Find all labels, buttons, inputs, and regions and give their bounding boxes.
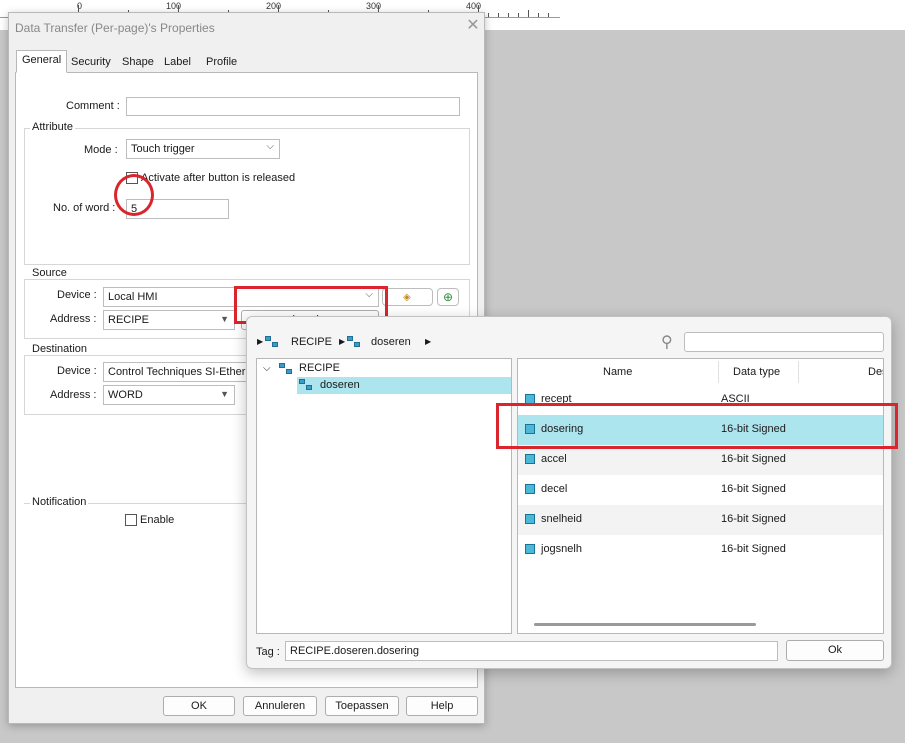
source-device-label: Device : xyxy=(57,289,97,301)
column-header-data-type[interactable]: Data type xyxy=(733,366,780,378)
tag-group-icon xyxy=(265,336,279,348)
tag-data-type: 16-bit Signed xyxy=(721,513,786,525)
column-header-name[interactable]: Name xyxy=(603,366,632,378)
tag-tree: ⌵ RECIPE doseren xyxy=(256,358,512,634)
source-address-select[interactable]: RECIPE ▼ xyxy=(103,310,235,330)
dropdown-arrow-icon: ▼ xyxy=(220,314,229,324)
tree-node-doseren[interactable]: doseren xyxy=(297,377,511,394)
ruler-tick xyxy=(528,10,529,17)
tag-name: accel xyxy=(541,453,567,465)
chevron-down-icon: ⌵ xyxy=(266,141,274,152)
mode-label: Mode : xyxy=(84,144,118,156)
notification-enable-checkbox[interactable] xyxy=(125,514,137,526)
tag-icon xyxy=(525,454,535,464)
ruler-tick xyxy=(548,13,549,17)
tag-label: Tag : xyxy=(256,646,280,658)
dialog-title: Data Transfer (Per-page)'s Properties xyxy=(15,21,215,35)
no-of-word-label: No. of word : xyxy=(53,202,116,214)
ok-button[interactable]: OK xyxy=(163,696,235,716)
mode-value: Touch trigger xyxy=(131,143,195,155)
tag-icon xyxy=(525,514,535,524)
tag-icon xyxy=(525,544,535,554)
breadcrumb-item[interactable]: RECIPE xyxy=(291,336,332,348)
source-address-label: Address : xyxy=(50,313,97,325)
table-row[interactable]: jogsnelh 16-bit Signed xyxy=(518,535,883,565)
table-row[interactable]: decel 16-bit Signed xyxy=(518,475,883,505)
comment-input[interactable] xyxy=(126,97,460,116)
tag-icon xyxy=(525,484,535,494)
table-row[interactable]: snelheid 16-bit Signed xyxy=(518,505,883,535)
source-device-value: Local HMI xyxy=(108,291,158,303)
tag-search-input[interactable] xyxy=(684,332,884,352)
tree-node-recipe[interactable]: RECIPE xyxy=(299,362,340,374)
attribute-group-label: Attribute xyxy=(30,121,75,133)
chevron-down-icon[interactable]: ⌵ xyxy=(263,363,271,374)
tag-data-type: 16-bit Signed xyxy=(721,543,786,555)
dropdown-arrow-icon: ▼ xyxy=(220,389,229,399)
ruler-tick xyxy=(498,13,499,17)
tag-group-icon xyxy=(279,363,293,375)
tag-settings-button[interactable]: ◈ xyxy=(382,288,433,306)
apply-button[interactable]: Toepassen xyxy=(325,696,399,716)
tag-name: jogsnelh xyxy=(541,543,582,555)
picker-ok-button[interactable]: Ok xyxy=(786,640,884,661)
destination-device-select[interactable]: Control Techniques SI-Ethern xyxy=(103,362,263,382)
breadcrumb-arrow-icon: ▶ xyxy=(339,337,346,346)
word-count-highlight xyxy=(114,174,154,216)
table-row[interactable]: accel 16-bit Signed xyxy=(518,445,883,475)
tab-profile[interactable]: Profile xyxy=(200,52,243,72)
tab-shape[interactable]: Shape xyxy=(116,52,160,72)
tag-data-type: 16-bit Signed xyxy=(721,483,786,495)
notification-enable-label: Enable xyxy=(140,514,175,526)
tag-name: decel xyxy=(541,483,568,495)
destination-address-select[interactable]: WORD ▼ xyxy=(103,385,235,405)
ruler-tick xyxy=(508,13,509,17)
tag-data-type: 16-bit Signed xyxy=(721,453,786,465)
mode-select[interactable]: Touch trigger ⌵ xyxy=(126,139,280,159)
source-address-value: RECIPE xyxy=(108,314,149,326)
source-group-label: Source xyxy=(30,267,69,279)
destination-address-label: Address : xyxy=(50,389,97,401)
tab-general[interactable]: General xyxy=(16,50,68,73)
notification-group-label: Notification xyxy=(30,496,89,508)
destination-address-value: WORD xyxy=(108,389,143,401)
selected-row-highlight xyxy=(496,403,898,449)
add-tag-button[interactable]: ⊕ xyxy=(437,288,459,306)
cancel-button[interactable]: Annuleren xyxy=(243,696,317,716)
column-divider xyxy=(718,361,719,383)
column-header-description[interactable]: Des xyxy=(868,366,883,378)
tab-label[interactable]: Label xyxy=(158,52,197,72)
destination-group-label: Destination xyxy=(30,343,90,355)
activate-after-release-label: Activate after button is released xyxy=(141,172,296,184)
breadcrumb-arrow-icon: ▶ xyxy=(425,337,432,346)
comment-label: Comment : xyxy=(66,100,120,112)
ruler-tick xyxy=(488,13,489,17)
ruler-tick xyxy=(518,13,519,17)
tag-group-icon xyxy=(347,336,361,348)
tag-name: snelheid xyxy=(541,513,582,525)
destination-device-label: Device : xyxy=(57,365,97,377)
tag-picker-popup: ▶ RECIPE ▶ doseren ▶ ⚲ ⌵ RECIPE doseren … xyxy=(246,316,892,669)
horizontal-scrollbar[interactable] xyxy=(534,623,756,626)
breadcrumb-item[interactable]: doseren xyxy=(371,336,411,348)
tree-node-label: doseren xyxy=(320,379,360,391)
add-icon: ⊕ xyxy=(443,290,454,304)
tag-table: Name Data type Des recept ASCII dosering… xyxy=(517,358,884,634)
search-icon: ⚲ xyxy=(661,334,673,351)
tag-path-input[interactable]: RECIPE.doseren.dosering xyxy=(285,641,778,661)
tab-security[interactable]: Security xyxy=(65,52,117,72)
close-icon[interactable]: ✕ xyxy=(465,18,481,34)
column-divider xyxy=(798,361,799,383)
help-button[interactable]: Help xyxy=(406,696,478,716)
breadcrumb-arrow-icon: ▶ xyxy=(257,337,264,346)
tag-group-icon xyxy=(299,379,313,391)
ruler-tick xyxy=(538,13,539,17)
tag-icon: ◈ xyxy=(403,292,411,303)
